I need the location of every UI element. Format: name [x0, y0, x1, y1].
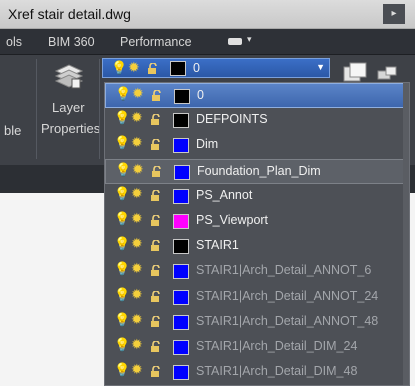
- bulb-icon: 💡: [111, 60, 128, 75]
- bulb-icon[interactable]: 💡: [114, 261, 130, 277]
- color-swatch: [174, 89, 190, 104]
- bulb-icon[interactable]: 💡: [114, 186, 130, 202]
- scrollbar[interactable]: [403, 83, 409, 385]
- layer-dropdown-combo[interactable]: 💡 ✹ 0 ▼: [102, 58, 330, 78]
- panel-divider: [99, 59, 100, 159]
- layer-row[interactable]: 💡 ✹ PS_Viewport: [105, 209, 409, 234]
- layer-name: PS_Annot: [196, 187, 253, 202]
- bulb-icon[interactable]: 💡: [114, 287, 130, 303]
- window-title: Xref stair detail.dwg: [8, 6, 131, 22]
- bulb-icon[interactable]: 💡: [114, 312, 130, 328]
- unlock-icon[interactable]: [151, 90, 163, 102]
- layer-properties-label-2[interactable]: Properties: [41, 121, 100, 136]
- layer-row[interactable]: 💡 ✹ STAIR1|Arch_Detail_ANNOT_24: [105, 285, 409, 310]
- unlock-icon[interactable]: [150, 189, 162, 202]
- layer-row[interactable]: 💡 ✹ 0: [105, 83, 409, 109]
- panel-divider: [36, 59, 37, 159]
- unlock-icon[interactable]: [150, 340, 162, 353]
- color-swatch: [173, 264, 189, 280]
- color-swatch: [173, 314, 189, 330]
- unlock-icon[interactable]: [150, 114, 162, 126]
- layer-row[interactable]: 💡 ✹ DEFPOINTS: [105, 108, 409, 133]
- unlock-icon[interactable]: [150, 265, 162, 277]
- title-bar: Xref stair detail.dwg ▸: [0, 0, 415, 29]
- sun-icon[interactable]: ✹: [131, 336, 143, 353]
- color-swatch: [173, 289, 189, 305]
- unlock-icon[interactable]: [151, 165, 163, 178]
- layer-row[interactable]: 💡 ✹ STAIR1|Arch_Detail_DIM_48: [105, 360, 409, 385]
- tab-bim360[interactable]: BIM 360: [48, 35, 95, 49]
- layer-row[interactable]: 💡 ✹ PS_Annot: [105, 184, 409, 209]
- bulb-icon[interactable]: 💡: [114, 135, 130, 151]
- unlock-icon[interactable]: [150, 214, 162, 227]
- tab-tools[interactable]: ols: [6, 35, 22, 49]
- unlock-icon[interactable]: [150, 366, 162, 378]
- layer-name: STAIR1|Arch_Detail_DIM_24: [196, 338, 358, 353]
- sun-icon[interactable]: ✹: [131, 185, 143, 202]
- sun-icon[interactable]: ✹: [131, 210, 143, 227]
- chevron-down-icon[interactable]: ▼: [316, 62, 325, 72]
- unlock-icon: [148, 63, 157, 74]
- ribbon-tab-bar: ols BIM 360 Performance ▾: [0, 29, 415, 55]
- sun-icon[interactable]: ✹: [131, 260, 143, 277]
- unlock-icon[interactable]: [150, 290, 162, 303]
- color-swatch: [173, 239, 189, 255]
- layer-name: STAIR1|Arch_Detail_ANNOT_24: [196, 288, 379, 303]
- layer-dropdown-list[interactable]: 💡 ✹ 0 💡 ✹ DEFPOINTS 💡 ✹ Dim 💡 ✹ Foundation_Plan_Dim…: [104, 82, 410, 386]
- sun-icon[interactable]: ✹: [132, 161, 144, 178]
- sun-icon[interactable]: ✹: [132, 85, 144, 102]
- layer-name: Dim: [196, 137, 219, 152]
- bulb-icon[interactable]: 💡: [114, 211, 130, 227]
- color-swatch: [173, 213, 189, 229]
- title-expand-button[interactable]: ▸: [383, 4, 405, 24]
- tab-performance[interactable]: Performance: [120, 35, 192, 49]
- unlock-icon[interactable]: [150, 139, 162, 151]
- layer-row[interactable]: 💡 ✹ Dim: [105, 133, 409, 158]
- layer-name: STAIR1|Arch_Detail_DIM_48: [196, 364, 358, 379]
- sun-icon[interactable]: ✹: [131, 235, 143, 252]
- layer-row[interactable]: 💡 ✹ STAIR1|Arch_Detail_ANNOT_48: [105, 310, 409, 335]
- layer-name: STAIR1: [196, 238, 239, 253]
- sun-icon[interactable]: ✹: [131, 361, 143, 378]
- layer-row[interactable]: 💡 ✹ Foundation_Plan_Dim: [105, 158, 409, 184]
- color-swatch: [173, 339, 189, 355]
- layer-row[interactable]: 💡 ✹ STAIR1: [105, 234, 409, 259]
- bulb-icon[interactable]: 💡: [115, 86, 131, 102]
- color-swatch: [174, 164, 190, 180]
- sun-icon[interactable]: ✹: [131, 109, 143, 126]
- unlock-icon[interactable]: [150, 315, 162, 328]
- bulb-icon[interactable]: 💡: [115, 162, 131, 178]
- layer-name: STAIR1|Arch_Detail_ANNOT_48: [196, 313, 379, 328]
- bulb-icon[interactable]: 💡: [114, 362, 130, 378]
- layer-name: PS_Viewport: [196, 212, 269, 227]
- bulb-icon[interactable]: 💡: [114, 110, 130, 126]
- cut-off-label: ble: [4, 123, 22, 138]
- layer-properties-icon[interactable]: [52, 61, 86, 91]
- layer-name: Foundation_Plan_Dim: [197, 163, 321, 178]
- ribbon-toggle-icon[interactable]: [228, 38, 242, 45]
- current-layer-value: 0: [193, 61, 200, 75]
- unlock-icon[interactable]: [150, 240, 162, 252]
- color-swatch: [173, 113, 189, 129]
- layer-properties-label-1[interactable]: Layer: [52, 100, 85, 115]
- layer-name: STAIR1|Arch_Detail_ANNOT_6: [196, 263, 372, 278]
- layer-row[interactable]: 💡 ✹ STAIR1|Arch_Detail_ANNOT_6: [105, 259, 409, 284]
- layer-name: DEFPOINTS: [196, 112, 268, 127]
- bulb-icon[interactable]: 💡: [114, 236, 130, 252]
- color-swatch: [173, 188, 189, 204]
- layer-row[interactable]: 💡 ✹ STAIR1|Arch_Detail_DIM_24: [105, 335, 409, 360]
- layer-name: 0: [197, 88, 204, 102]
- color-swatch: [170, 61, 186, 76]
- color-swatch: [173, 138, 189, 154]
- layer-match-icon[interactable]: [376, 65, 400, 83]
- bulb-icon[interactable]: 💡: [114, 337, 130, 353]
- sun-icon[interactable]: ✹: [131, 286, 143, 303]
- sun-icon[interactable]: ✹: [131, 134, 143, 151]
- sun-icon: ✹: [128, 59, 140, 75]
- chevron-down-icon[interactable]: ▾: [247, 34, 252, 45]
- sun-icon[interactable]: ✹: [131, 311, 143, 328]
- color-swatch: [173, 365, 189, 381]
